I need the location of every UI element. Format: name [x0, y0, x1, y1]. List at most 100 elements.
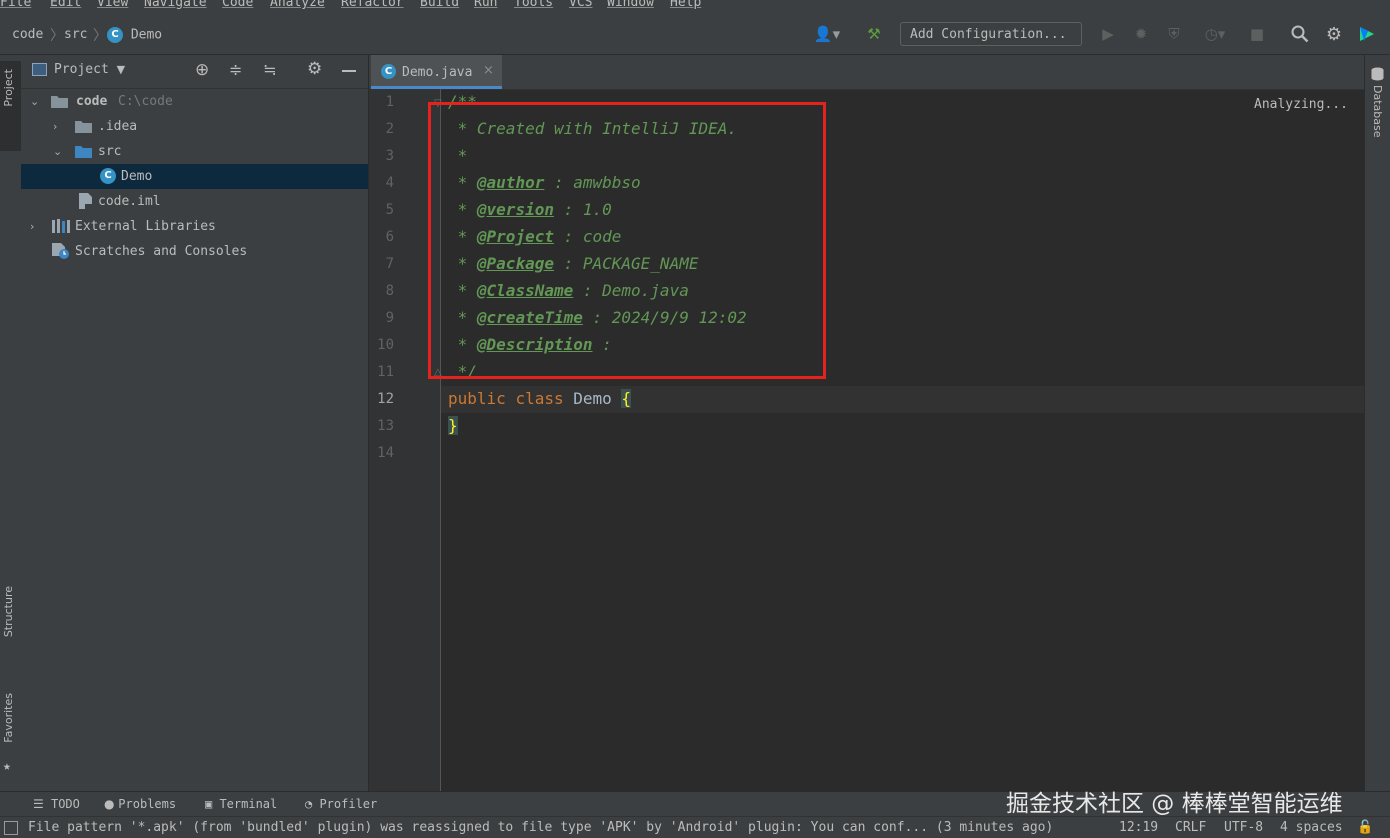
- debug-icon[interactable]: ✹: [1131, 24, 1151, 44]
- menu-file[interactable]: File: [0, 0, 31, 10]
- line-number: 9: [385, 310, 394, 326]
- tree-item-idea[interactable]: › .idea: [21, 114, 368, 139]
- menu-navigate[interactable]: Navigate: [144, 0, 207, 10]
- tree-item-label: Scratches and Consoles: [75, 244, 248, 259]
- locate-icon[interactable]: ⊕: [195, 60, 209, 80]
- analyzing-status: Analyzing...: [1254, 97, 1348, 112]
- profiler-icon: ◔: [305, 797, 320, 811]
- expand-all-icon[interactable]: ≑: [229, 60, 242, 79]
- tree-item-demo[interactable]: C Demo: [21, 164, 368, 189]
- editor-tab-bar: C Demo.java ×: [369, 55, 1364, 90]
- tree-item-scratches[interactable]: Scratches and Consoles: [21, 239, 368, 264]
- tree-item-label: code: [76, 94, 108, 109]
- navigation-bar: code 〉 src 〉 C Demo 👤▾ ⚒ Add Configurati…: [0, 14, 1390, 55]
- menu-bar: File Edit View Navigate Code Analyze Ref…: [0, 0, 1390, 14]
- menu-window[interactable]: Window: [607, 0, 654, 10]
- database-tool-button[interactable]: Database: [1365, 63, 1390, 153]
- tree-item-label: .idea: [98, 119, 138, 134]
- menu-tools[interactable]: Tools: [514, 0, 553, 10]
- tree-item-src[interactable]: ⌄ src: [21, 139, 368, 164]
- caret-position[interactable]: 12:19: [1119, 820, 1158, 835]
- terminal-label: Terminal: [219, 797, 278, 811]
- chevron-right-icon[interactable]: ›: [53, 114, 65, 139]
- menu-refactor[interactable]: Refactor: [341, 0, 404, 10]
- structure-tool-label: Structure: [2, 586, 15, 638]
- tree-item-code-iml[interactable]: code.iml: [21, 189, 368, 214]
- breadcrumb-src[interactable]: src: [64, 27, 87, 42]
- close-brace: }: [448, 416, 458, 435]
- status-window-icon[interactable]: [4, 821, 18, 835]
- project-view-label: Project: [54, 62, 109, 77]
- profiler-tool-button[interactable]: ◔ Profiler: [305, 797, 377, 811]
- jetbrains-logo-icon[interactable]: [1357, 24, 1377, 44]
- chevron-down-icon[interactable]: ⌄: [53, 139, 65, 164]
- tree-item-label: src: [98, 144, 122, 159]
- menu-help[interactable]: Help: [670, 0, 701, 10]
- terminal-tool-button[interactable]: ▣ Terminal: [205, 797, 277, 811]
- status-bar: File pattern '*.apk' (from 'bundled' plu…: [0, 816, 1390, 838]
- indent-setting[interactable]: 4 spaces: [1280, 820, 1343, 835]
- chevron-right-icon[interactable]: ›: [30, 214, 42, 239]
- star-icon: ★: [3, 759, 11, 774]
- code-line-13[interactable]: }: [448, 416, 458, 435]
- problems-tool-button[interactable]: ● Problems: [104, 797, 176, 811]
- file-encoding[interactable]: UTF-8: [1224, 820, 1263, 835]
- tree-item-external-libraries[interactable]: › External Libraries: [21, 214, 368, 239]
- breadcrumb-separator: 〉: [50, 28, 64, 44]
- tree-item-label: Demo: [121, 169, 153, 184]
- profile-icon[interactable]: ◷▾: [1197, 24, 1233, 44]
- collapse-all-icon[interactable]: ≒: [263, 60, 276, 79]
- source-folder-icon: [75, 146, 92, 158]
- breadcrumb-demo[interactable]: C Demo: [107, 27, 162, 43]
- favorites-tool-label: Favorites: [2, 693, 15, 743]
- project-view-selector[interactable]: Project ▼: [54, 62, 125, 77]
- info-icon: ●: [104, 797, 119, 811]
- minimize-icon[interactable]: [342, 70, 356, 72]
- line-number: 6: [385, 229, 394, 245]
- menu-edit[interactable]: Edit: [50, 0, 81, 10]
- menu-build[interactable]: Build: [420, 0, 459, 10]
- class-icon: C: [107, 27, 123, 43]
- lock-icon[interactable]: 🔓: [1357, 820, 1373, 835]
- class-icon: C: [381, 64, 396, 79]
- menu-analyze[interactable]: Analyze: [270, 0, 325, 10]
- todo-label: TODO: [50, 797, 80, 811]
- close-icon[interactable]: ×: [483, 63, 494, 78]
- project-tool-label: Project: [2, 69, 15, 107]
- user-icon[interactable]: 👤▾: [810, 24, 844, 44]
- coverage-icon[interactable]: ⛨: [1164, 24, 1184, 44]
- search-icon[interactable]: [1290, 24, 1310, 44]
- list-icon: ☰: [33, 797, 51, 811]
- keyword-class: class: [515, 389, 564, 408]
- project-tool-button[interactable]: Project: [0, 61, 21, 151]
- line-separator[interactable]: CRLF: [1175, 820, 1206, 835]
- favorites-tool-button[interactable]: Favorites ★: [0, 693, 21, 783]
- file-icon: [79, 193, 92, 209]
- line-number: 14: [377, 445, 394, 461]
- breadcrumb-code[interactable]: code: [12, 27, 43, 42]
- menu-view[interactable]: View: [97, 0, 128, 10]
- database-tool-label: Database: [1371, 85, 1384, 138]
- menu-vcs[interactable]: VCS: [569, 0, 592, 10]
- stop-icon[interactable]: ■: [1247, 24, 1267, 44]
- menu-run[interactable]: Run: [474, 0, 497, 10]
- code-line-12[interactable]: public class Demo {: [448, 389, 632, 408]
- structure-tool-button[interactable]: Structure: [0, 580, 21, 670]
- tree-item-code[interactable]: ⌄ code C:\code: [21, 89, 368, 114]
- add-configuration-button[interactable]: Add Configuration...: [900, 22, 1082, 46]
- class-icon: C: [100, 168, 116, 184]
- line-number-current: 12: [377, 391, 394, 407]
- todo-tool-button[interactable]: ☰ TODO: [33, 797, 80, 811]
- tab-demo-java[interactable]: C Demo.java ×: [371, 55, 502, 89]
- build-hammer-icon[interactable]: ⚒: [864, 24, 884, 44]
- line-number: 8: [385, 283, 394, 299]
- status-message[interactable]: File pattern '*.apk' (from 'bundled' plu…: [28, 820, 1098, 835]
- run-icon[interactable]: ▶: [1098, 24, 1118, 44]
- line-number: 4: [385, 175, 394, 191]
- gear-icon[interactable]: ⚙: [307, 59, 322, 79]
- menu-code[interactable]: Code: [222, 0, 253, 10]
- line-number: 7: [385, 256, 394, 272]
- chevron-down-icon[interactable]: ⌄: [30, 89, 42, 114]
- line-number: 13: [377, 418, 394, 434]
- settings-icon[interactable]: ⚙: [1324, 24, 1344, 45]
